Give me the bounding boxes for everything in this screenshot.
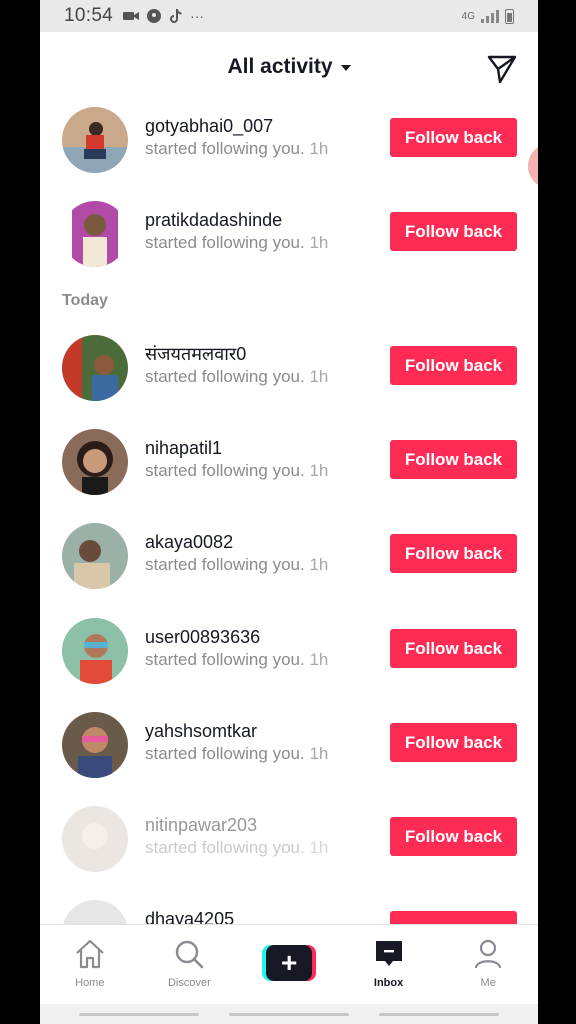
profile-icon xyxy=(475,939,502,969)
list-item: संजयतमलवार0 started following you. 1h Fo… xyxy=(40,330,538,406)
list-item: user00893636 started following you. 1h F… xyxy=(40,613,538,689)
status-right: 4G xyxy=(461,8,514,24)
status-bar: 10:54 ··· 4G xyxy=(40,0,538,32)
phone-screen: 10:54 ··· 4G All activity gotyabhai0_007… xyxy=(40,0,538,1024)
signal-icon xyxy=(481,9,499,23)
avatar[interactable] xyxy=(62,201,128,267)
username[interactable]: gotyabhai0_007 xyxy=(145,115,328,137)
list-item: akaya0082 started following you. 1h Foll… xyxy=(40,518,538,594)
follow-back-button[interactable]: Follow back xyxy=(390,212,517,251)
nav-inbox[interactable]: Inbox xyxy=(339,925,439,1004)
list-item: gotyabhai0_007 started following you. 1h… xyxy=(40,102,538,178)
activity-text: started following you. 1h xyxy=(145,555,329,574)
search-icon xyxy=(176,940,204,969)
nav-me[interactable]: Me xyxy=(438,925,538,1004)
tiktok-icon xyxy=(170,8,182,23)
follow-back-button[interactable]: Follow back xyxy=(390,440,517,479)
activity-text: started following you. 1h xyxy=(145,461,329,480)
inbox-icon xyxy=(375,941,402,966)
username[interactable]: akaya0082 xyxy=(145,531,328,553)
avatar[interactable] xyxy=(62,900,128,924)
plus-icon: + xyxy=(266,945,313,981)
username[interactable]: dhaya4205 xyxy=(145,908,234,924)
activity-text: started following you. 1h xyxy=(145,650,329,669)
nav-home-label: Home xyxy=(75,977,105,989)
avatar[interactable] xyxy=(62,523,128,589)
caret-down-icon xyxy=(340,65,351,71)
nav-discover-label: Discover xyxy=(167,977,211,989)
network-type: 4G xyxy=(461,10,475,22)
activity-text: started following you. 1h xyxy=(145,838,329,857)
follow-back-button[interactable]: Follow back xyxy=(390,346,517,385)
activity-filter-dropdown[interactable]: All activity xyxy=(227,55,351,79)
avatar[interactable] xyxy=(62,335,128,401)
follow-back-button[interactable]: Follow back xyxy=(390,118,517,157)
bottom-navigation: Home Discover + Inbox Me xyxy=(40,924,538,1004)
activity-text: started following you. 1h xyxy=(145,367,329,386)
username[interactable]: yahshsomtkar xyxy=(145,720,328,742)
home-icon xyxy=(76,939,104,969)
follow-back-button[interactable]: Follow back xyxy=(390,534,517,573)
activity-list[interactable]: gotyabhai0_007 started following you. 1h… xyxy=(40,102,538,924)
location-icon xyxy=(147,9,162,23)
status-time: 10:54 xyxy=(64,5,114,26)
follow-back-button[interactable]: Follow back xyxy=(390,817,517,856)
avatar[interactable] xyxy=(62,429,128,495)
list-item: nihapatil1 started following you. 1h Fol… xyxy=(40,424,538,500)
system-gesture-bar xyxy=(40,1004,538,1024)
section-header-today: Today xyxy=(62,292,108,309)
nav-create[interactable]: + xyxy=(239,925,339,1004)
notification-icons: ··· xyxy=(123,8,204,24)
nav-discover[interactable]: Discover xyxy=(140,925,240,1004)
avatar[interactable] xyxy=(62,806,128,872)
create-button[interactable]: + xyxy=(262,945,317,981)
activity-text: started following you. 1h xyxy=(145,233,329,252)
username[interactable]: संजयतमलवार0 xyxy=(145,343,328,365)
follow-back-button[interactable]: Follow back xyxy=(390,723,517,762)
follow-back-button[interactable]: Follow back xyxy=(390,629,517,668)
username[interactable]: pratikdadashinde xyxy=(145,209,328,231)
username[interactable]: user00893636 xyxy=(145,626,328,648)
nav-home[interactable]: Home xyxy=(40,925,140,1004)
more-notifications-indicator: ··· xyxy=(190,8,205,24)
direct-message-icon[interactable] xyxy=(486,52,518,84)
username[interactable]: nihapatil1 xyxy=(145,437,328,459)
page-title: All activity xyxy=(227,55,333,78)
follow-back-button[interactable]: Follow back xyxy=(390,911,517,924)
username[interactable]: nitinpawar203 xyxy=(145,814,328,836)
activity-header: All activity xyxy=(40,32,538,102)
avatar[interactable] xyxy=(62,107,128,173)
list-item: pratikdadashinde started following you. … xyxy=(40,196,538,272)
avatar[interactable] xyxy=(62,618,128,684)
battery-icon xyxy=(505,8,514,24)
nav-me-label: Me xyxy=(480,977,496,989)
activity-text: started following you. 1h xyxy=(145,139,329,158)
activity-text: started following you. 1h xyxy=(145,744,329,763)
list-item: yahshsomtkar started following you. 1h F… xyxy=(40,707,538,783)
avatar[interactable] xyxy=(62,712,128,778)
nav-inbox-label: Inbox xyxy=(373,977,404,989)
list-item: dhaya4205 Follow back xyxy=(40,895,538,924)
video-camera-icon xyxy=(123,12,140,20)
